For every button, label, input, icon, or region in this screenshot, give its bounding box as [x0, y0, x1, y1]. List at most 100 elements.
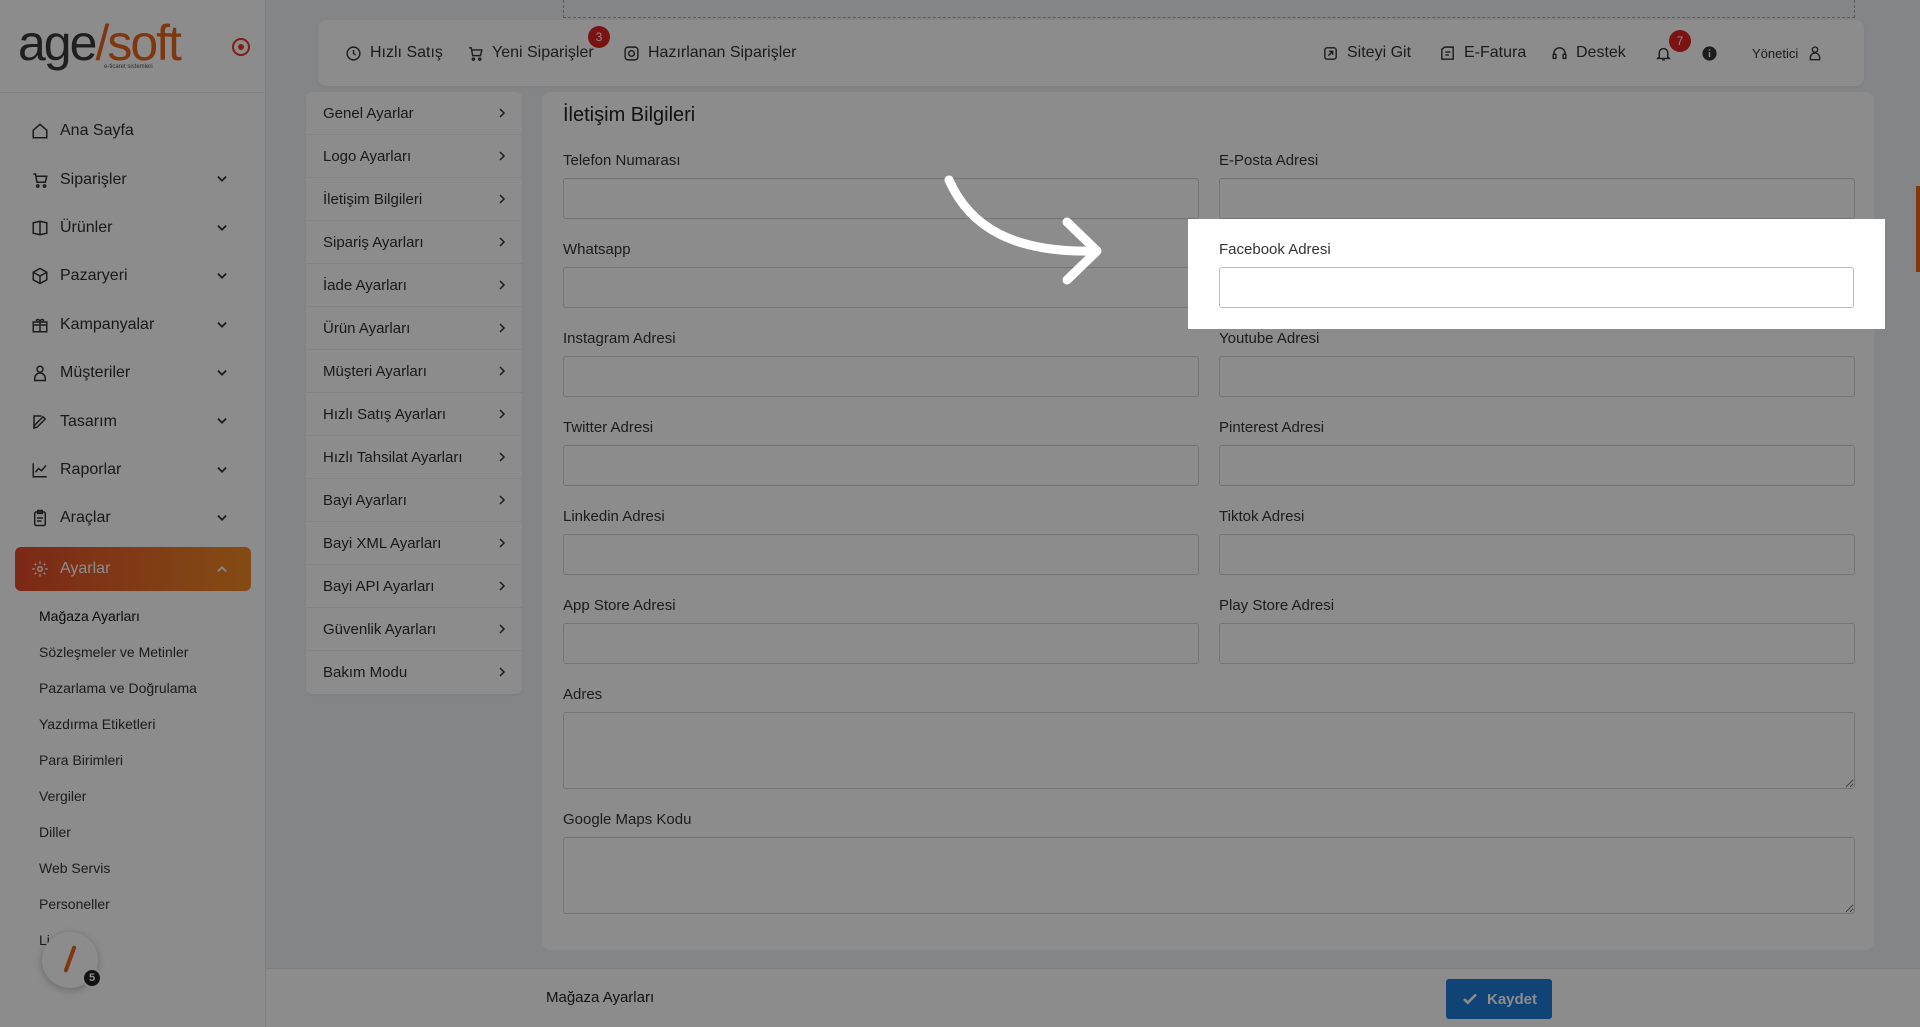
twitter-field[interactable] [563, 445, 1199, 486]
submenu-item[interactable]: Diller [39, 814, 197, 850]
sidebar-item-urunler[interactable]: Ürünler [15, 204, 251, 252]
agesoft-logo[interactable]: age/soft e-ticaret sistemleri [18, 18, 238, 74]
email-field[interactable] [1219, 178, 1855, 219]
linkedin-label: Linkedin Adresi [563, 508, 665, 525]
go-site-link[interactable]: Siteyi Git [1321, 20, 1411, 86]
save-label: Kaydet [1486, 990, 1538, 1008]
edit-fab-button[interactable]: 5 [42, 932, 102, 988]
sidebar-item-label: Siparişler [60, 170, 127, 188]
sidebar-item-kampanyalar[interactable]: Kampanyalar [15, 301, 251, 349]
settings-menu-item[interactable]: İade Ayarları [306, 264, 522, 307]
chevron-right-icon [499, 452, 506, 462]
fab-badge: 5 [82, 968, 102, 988]
playstore-field[interactable] [1219, 623, 1855, 664]
settings-menu-label: İade Ayarları [323, 276, 407, 294]
edit-icon [30, 412, 50, 432]
chevron-up-icon [217, 565, 227, 572]
sidebar-item-label: Müşteriler [60, 364, 131, 382]
new-orders-link[interactable]: Yeni Siparişler [466, 20, 594, 86]
youtube-field[interactable] [1219, 356, 1855, 397]
submenu-item[interactable]: Mağaza Ayarları [39, 598, 197, 634]
einvoice-label: E-Fatura [1464, 44, 1527, 61]
scroll-indicator [1916, 186, 1920, 272]
appstore-field[interactable] [563, 623, 1199, 664]
instagram-field[interactable] [563, 356, 1199, 397]
prepared-orders-link[interactable]: Hazırlanan Siparişler [622, 20, 797, 86]
save-button[interactable]: Kaydet [1446, 979, 1552, 1019]
info-button[interactable] [1700, 20, 1726, 86]
dropzone-border [563, 0, 1855, 18]
tiktok-field[interactable] [1219, 534, 1855, 575]
chevron-right-icon [499, 624, 506, 634]
chevron-down-icon [217, 370, 227, 376]
sidebar-item-ayarlar[interactable]: Ayarlar [15, 546, 251, 591]
submenu-item[interactable]: Personeller [39, 886, 197, 922]
settings-menu-label: Genel Ayarlar [323, 104, 414, 122]
address-textarea[interactable] [563, 712, 1855, 789]
cube-icon [30, 266, 50, 286]
external-link-icon [1321, 44, 1339, 62]
settings-menu-label: İletişim Bilgileri [323, 190, 423, 208]
sidebar-item-label: Raporlar [60, 460, 122, 478]
settings-menu-item[interactable]: Müşteri Ayarları [306, 350, 522, 393]
submenu-item[interactable]: Para Birimleri [39, 742, 197, 778]
record-icon[interactable] [232, 38, 250, 56]
settings-menu-item[interactable]: Genel Ayarlar [306, 92, 522, 135]
support-label: Destek [1576, 44, 1626, 61]
phone-label: Telefon Numarası [563, 152, 681, 169]
sidebar-item-araclar[interactable]: Araçlar [15, 494, 251, 542]
sidebar-item-label: Pazaryeri [60, 267, 128, 285]
headset-icon [1550, 44, 1568, 62]
settings-menu-item[interactable]: Güvenlik Ayarları [306, 608, 522, 651]
sidebar-item-siparisler[interactable]: Siparişler [15, 155, 251, 203]
sidebar-item-pazaryeri[interactable]: Pazaryeri [15, 252, 251, 300]
settings-menu-item[interactable]: Hızlı Satış Ayarları [306, 393, 522, 436]
gear-icon [30, 559, 50, 579]
settings-menu-item[interactable]: Ürün Ayarları [306, 307, 522, 350]
sidebar-item-label: Araçlar [60, 509, 111, 527]
settings-menu-item[interactable]: Sipariş Ayarları [306, 221, 522, 264]
settings-menu-label: Sipariş Ayarları [323, 233, 424, 251]
bell-icon [1654, 44, 1672, 62]
pinterest-field[interactable] [1219, 445, 1855, 486]
settings-menu-item[interactable]: Logo Ayarları [306, 135, 522, 178]
sidebar-item-label: Ürünler [60, 218, 113, 236]
quick-sale-link[interactable]: Hızlı Satış [344, 20, 443, 86]
quick-sale-label: Hızlı Satış [370, 44, 443, 61]
settings-menu-label: Müşteri Ayarları [323, 362, 427, 380]
prepared-orders-label: Hazırlanan Siparişler [648, 44, 797, 61]
linkedin-field[interactable] [563, 534, 1199, 575]
chevron-down-icon [217, 515, 227, 522]
settings-menu-label: Bakım Modu [323, 664, 408, 681]
settings-menu-item[interactable]: Bayi API Ayarları [306, 565, 522, 608]
sidebar-item-tasarim[interactable]: Tasarım [15, 397, 251, 445]
settings-menu-item[interactable]: İletişim Bilgileri [306, 178, 522, 221]
support-link[interactable]: Destek [1550, 20, 1626, 86]
chevron-right-icon [499, 581, 506, 591]
sidebar-item-raporlar[interactable]: Raporlar [15, 446, 251, 494]
box-icon [30, 218, 50, 238]
submenu-item[interactable]: Pazarlama ve Doğrulama [39, 670, 197, 706]
topbar: Hızlı Satış Yeni Siparişler 3 Hazırlanan… [318, 20, 1864, 86]
user-menu[interactable]: Yönetici [1752, 20, 1832, 86]
submenu-item[interactable]: Vergiler [39, 778, 197, 814]
submenu-item[interactable]: Yazdırma Etiketleri [39, 706, 197, 742]
sidebar: age/soft e-ticaret sistemleri Ana Sayfa … [0, 0, 266, 1027]
sidebar-item-musteriler[interactable]: Müşteriler [15, 349, 251, 397]
settings-menu-item[interactable]: Bayi Ayarları [306, 479, 522, 522]
chevron-right-icon [499, 237, 506, 247]
user-label: Yönetici [1752, 45, 1799, 61]
sidebar-item-label: Tasarım [60, 412, 117, 430]
cart-icon [30, 170, 50, 190]
settings-menu-item[interactable]: Bakım Modu [306, 651, 522, 694]
maps-code-textarea[interactable] [563, 837, 1855, 914]
page-title: İletişim Bilgileri [563, 104, 696, 126]
submenu-item[interactable]: Web Servis [39, 850, 197, 886]
email-label: E-Posta Adresi [1219, 152, 1319, 169]
einvoice-link[interactable]: E-Fatura [1438, 20, 1526, 86]
submenu-item[interactable]: Sözleşmeler ve Metinler [39, 634, 197, 670]
settings-menu-item[interactable]: Bayi XML Ayarları [306, 522, 522, 565]
facebook-field[interactable] [1219, 267, 1854, 308]
settings-menu-item[interactable]: Hızlı Tahsilat Ayarları [306, 436, 522, 479]
sidebar-item-ana-sayfa[interactable]: Ana Sayfa [15, 107, 251, 155]
